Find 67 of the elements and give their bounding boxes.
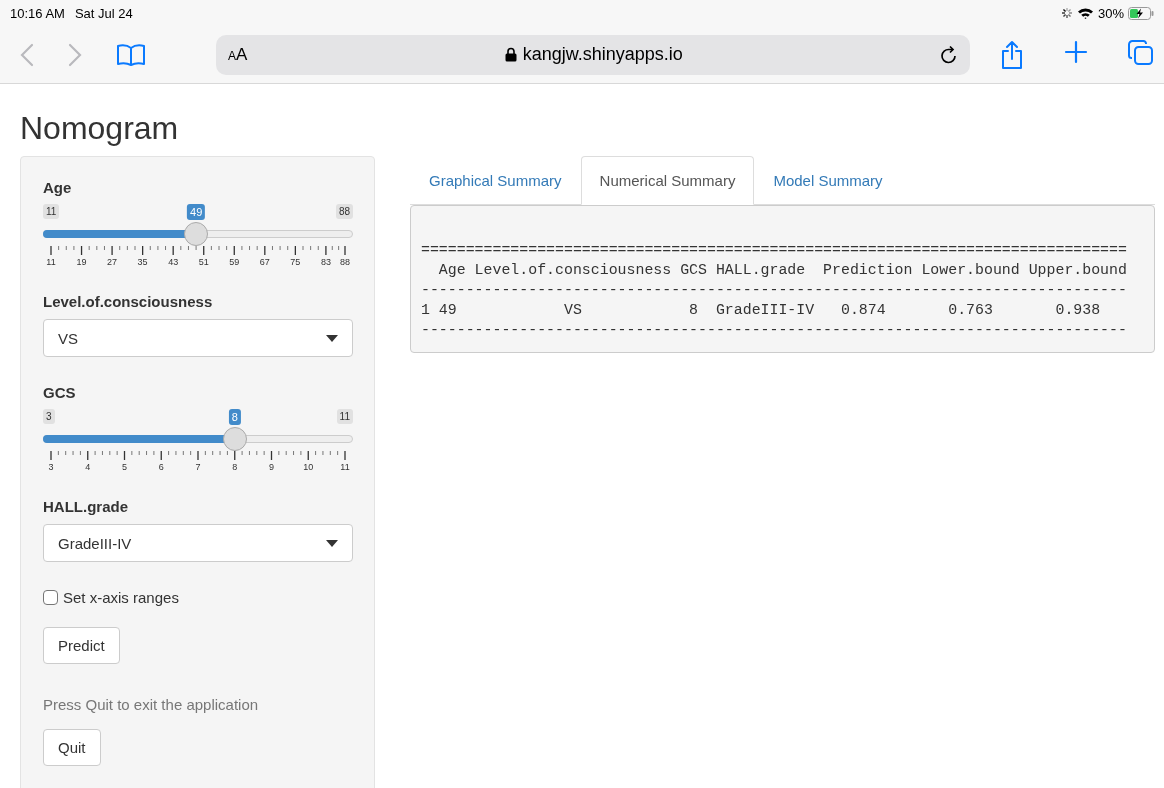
- tick-label: 4: [85, 462, 91, 472]
- slider-value-label: 8: [228, 409, 241, 425]
- reload-icon[interactable]: [940, 44, 958, 65]
- url-text: kangjw.shinyapps.io: [522, 44, 683, 65]
- slider-min-label: 3: [43, 409, 55, 424]
- input-label: Age: [43, 179, 73, 196]
- slider-max-label: 11: [336, 409, 353, 424]
- slider[interactable]: [43, 222, 353, 246]
- slider-min-label: 11: [43, 204, 60, 219]
- output-line: 1 49 VS 8 GradeIII-IV 0.874 0.763 0.938: [421, 301, 1102, 320]
- caret-icon: [326, 539, 338, 547]
- tick-label: 51: [198, 257, 209, 267]
- address-bar[interactable]: AA kangjw.shinyapps.io: [216, 34, 970, 75]
- lock-icon: [504, 47, 517, 62]
- tick-label: 3: [48, 462, 54, 472]
- tick-label: 11: [46, 257, 56, 267]
- tick-label: 8: [232, 462, 238, 472]
- tab[interactable]: Model Summary: [754, 156, 902, 205]
- input-label: HALL.grade: [43, 498, 129, 515]
- tick-label: 75: [290, 257, 301, 267]
- tick-label: 35: [137, 257, 148, 267]
- page-title: Nomogram: [20, 110, 180, 148]
- output-line: -------------------------------------------------------------------------------: [421, 281, 1128, 300]
- input-label: Level.of.consciousness: [43, 293, 214, 310]
- activity-icon: [1060, 7, 1073, 19]
- plus-icon[interactable]: [1064, 39, 1088, 64]
- tick-label: 5: [122, 462, 127, 472]
- tick-label: 27: [107, 257, 118, 267]
- book-icon[interactable]: [116, 42, 146, 67]
- predict-button[interactable]: Predict: [43, 627, 120, 664]
- battery-charging-icon: [1128, 6, 1154, 20]
- tick-label: 19: [76, 257, 87, 267]
- tab[interactable]: Numerical Summary: [580, 156, 755, 205]
- share-icon[interactable]: [1000, 39, 1024, 70]
- tick-label: 43: [168, 257, 179, 267]
- slider-value-label: 49: [187, 204, 206, 220]
- select-dropdown[interactable]: VS: [43, 319, 353, 357]
- tick-label: 7: [195, 462, 201, 472]
- slider-handle[interactable]: [222, 427, 247, 451]
- select-dropdown[interactable]: GradeIII-IV: [43, 524, 353, 562]
- help-text: Press Quit to exit the application: [43, 696, 260, 713]
- slider-max-label: 88: [335, 204, 353, 219]
- tick-label: 9: [269, 462, 274, 472]
- tab[interactable]: Graphical Summary: [410, 156, 581, 205]
- wifi-icon: [1076, 7, 1094, 19]
- checkbox-label: Set x-axis ranges: [63, 589, 179, 606]
- output-line: -------------------------------------------------------------------------------: [421, 321, 1128, 340]
- tick-label: 10: [303, 462, 314, 472]
- tick-label: 83: [320, 257, 331, 267]
- slider-handle[interactable]: [184, 222, 209, 246]
- output-line: Age Level.of.consciousness GCS HALL.grade Prediction Lower.bound Upper.bound: [437, 261, 1128, 280]
- quit-button[interactable]: Quit: [43, 729, 101, 766]
- tick-label: 88: [340, 257, 350, 267]
- tick-label: 59: [229, 257, 240, 267]
- text-size-button[interactable]: AA: [228, 44, 248, 65]
- tabs-icon[interactable]: [1128, 39, 1154, 66]
- checkbox[interactable]: [43, 590, 58, 605]
- tick-label: 11: [340, 462, 350, 472]
- status-date: Sat Jul 24: [74, 5, 133, 21]
- input-label: GCS: [43, 384, 77, 401]
- output-line: ===============================================================================: [421, 241, 1128, 260]
- caret-icon: [326, 334, 338, 342]
- tick-label: 67: [259, 257, 270, 267]
- status-time: 10:16 AM: [10, 5, 65, 21]
- battery-percentage: 30%: [1097, 5, 1124, 21]
- tick-label: 6: [158, 462, 164, 472]
- slider[interactable]: [43, 427, 353, 451]
